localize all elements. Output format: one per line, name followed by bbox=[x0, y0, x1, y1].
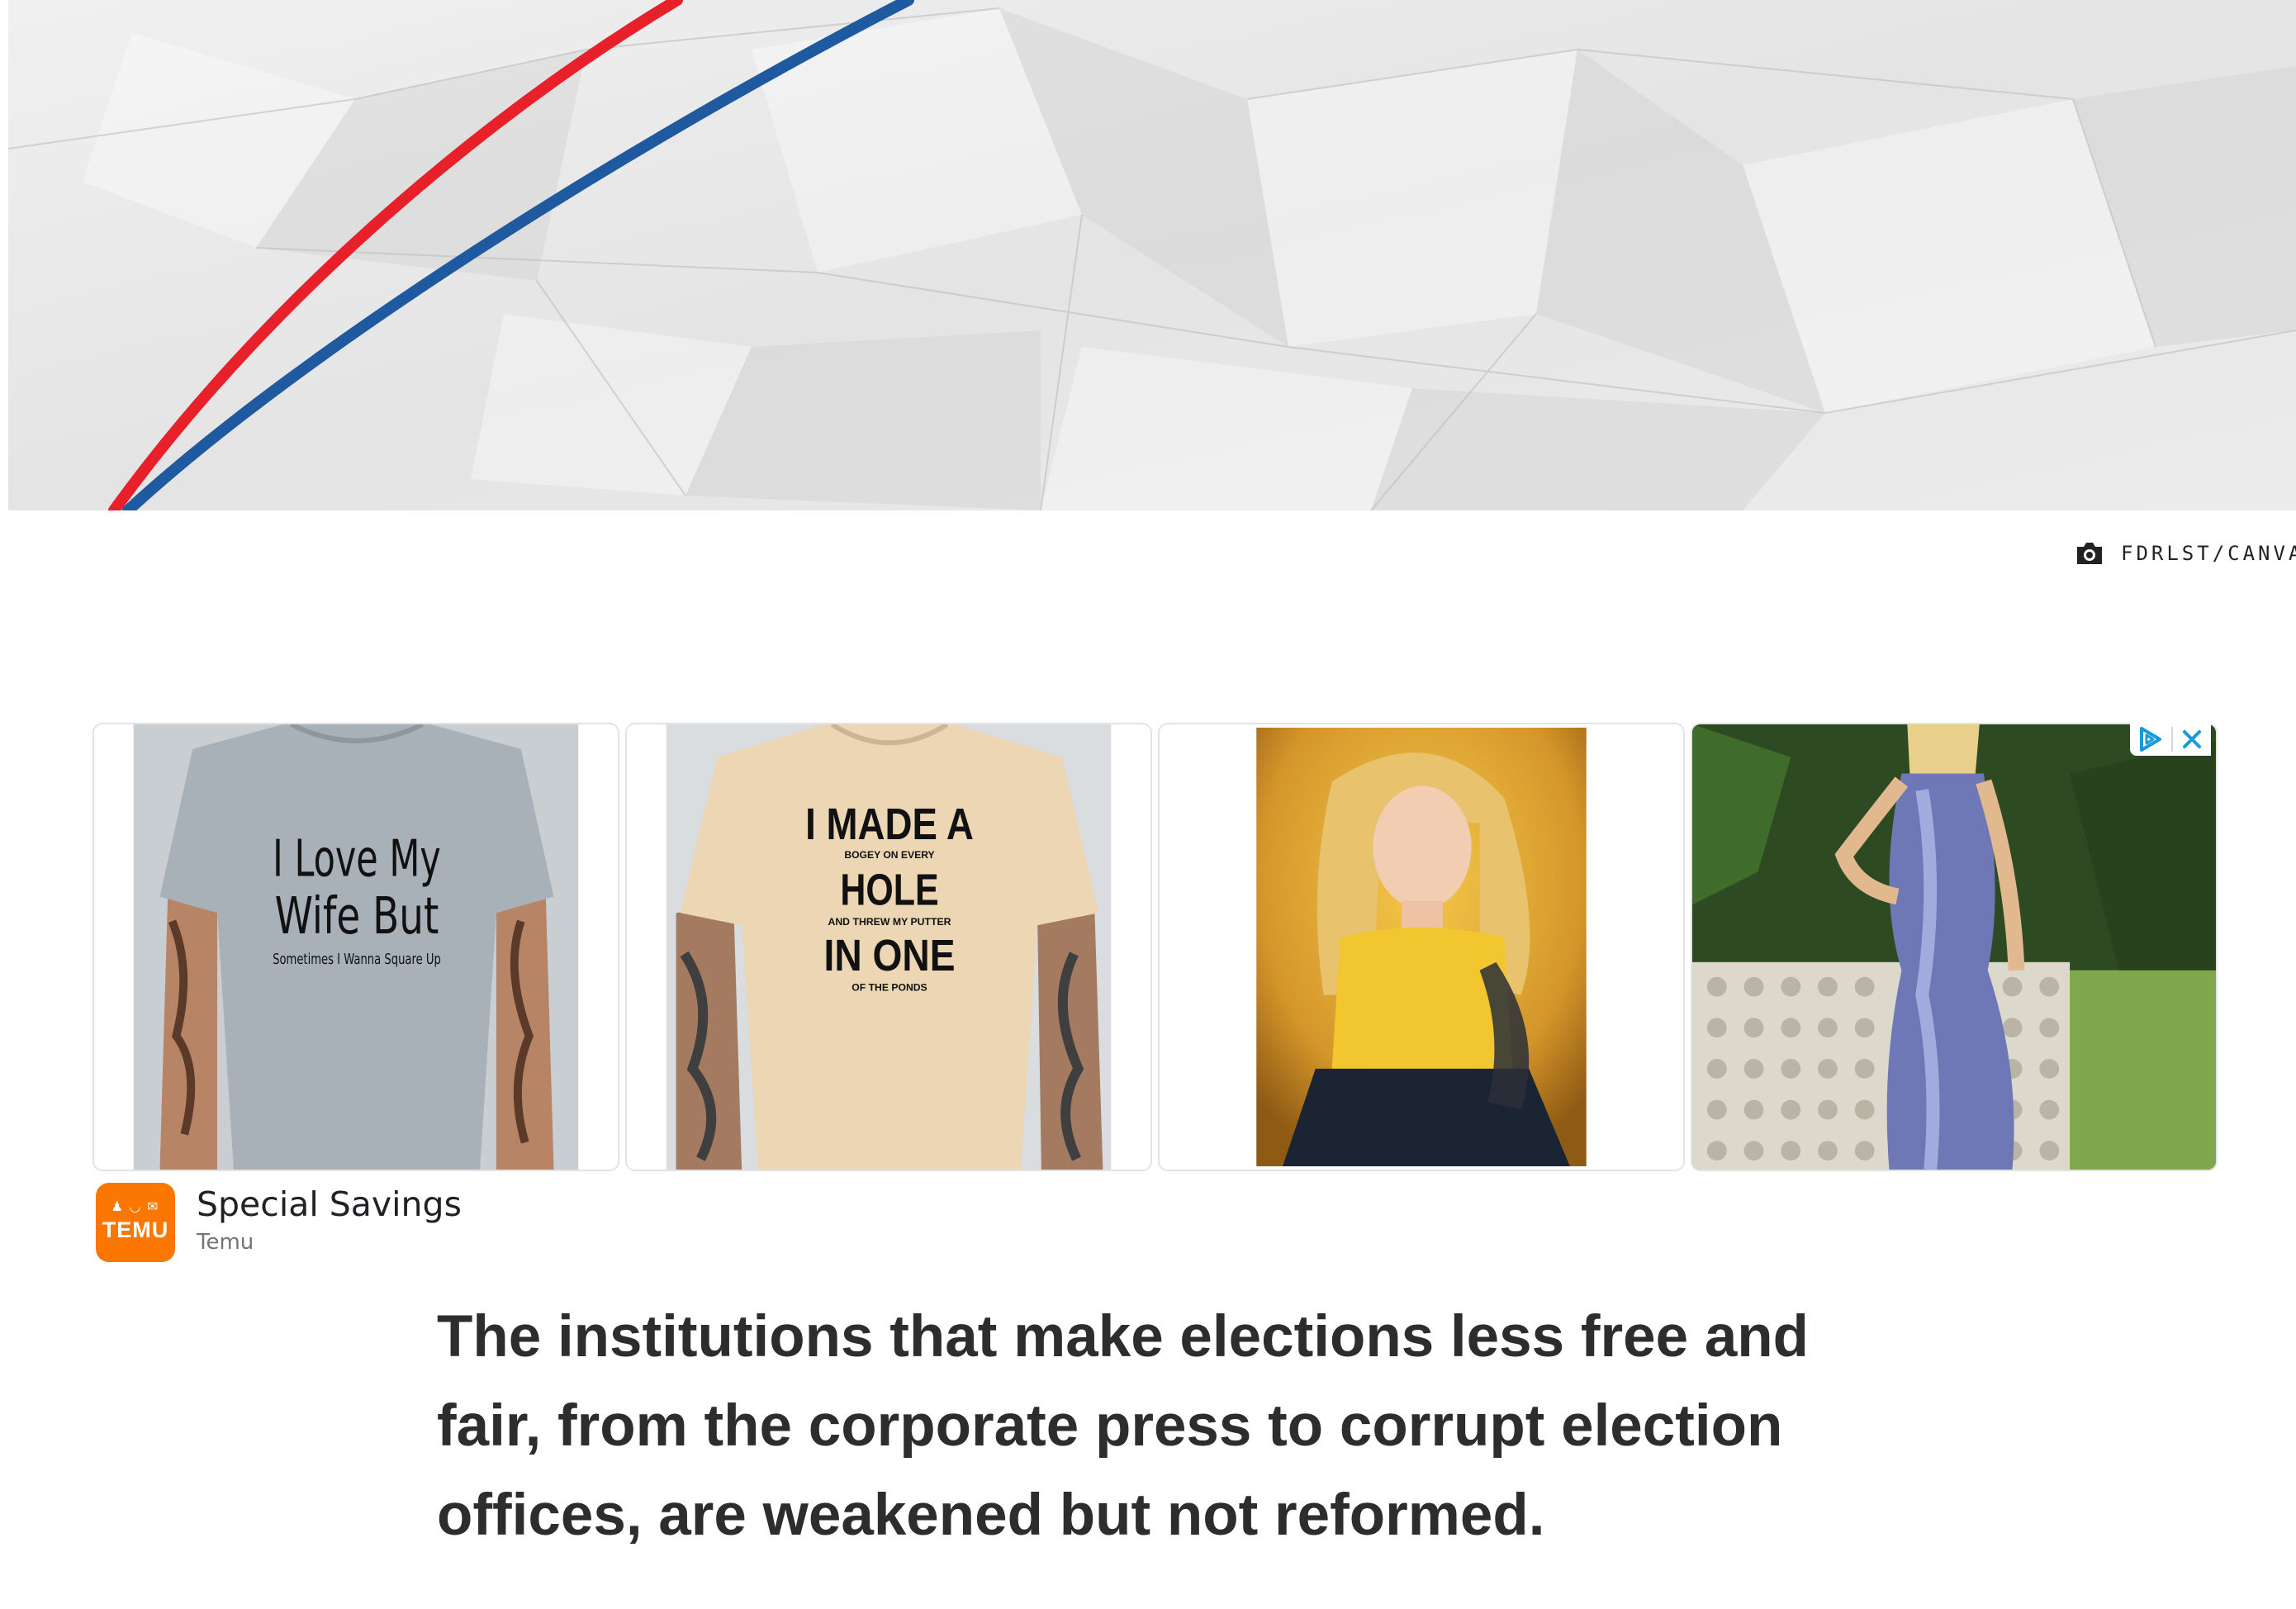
svg-text:I Love My: I Love My bbox=[273, 829, 441, 889]
svg-text:BOGEY ON EVERY: BOGEY ON EVERY bbox=[844, 849, 934, 861]
svg-text:HOLE: HOLE bbox=[840, 865, 938, 914]
svg-text:I MADE A: I MADE A bbox=[805, 800, 974, 849]
ad-unit[interactable]: I Love My Wife But Sometimes I Wanna Squ… bbox=[93, 723, 2221, 1264]
temu-logo-wordmark: TEMU bbox=[102, 1217, 169, 1242]
temu-logo-glyphs: ♟ ◡ ✉ bbox=[111, 1200, 160, 1214]
adchoices-icon[interactable] bbox=[2137, 725, 2165, 753]
svg-text:IN ONE: IN ONE bbox=[823, 931, 955, 980]
ad-text: Special Savings Temu bbox=[197, 1183, 462, 1257]
ad-advertiser[interactable]: Temu bbox=[197, 1227, 462, 1257]
photo-credit-text: FDRLST/CANVA bbox=[2121, 542, 2296, 565]
hero-image bbox=[8, 0, 2296, 510]
ad-product-tile[interactable]: I Love My Wife But Sometimes I Wanna Squ… bbox=[93, 723, 619, 1171]
page: FDRLST/CANVA I Love My Wife But Sometime… bbox=[0, 0, 2296, 1609]
ad-product-tile[interactable]: I MADE A BOGEY ON EVERY HOLE AND THREW M… bbox=[625, 723, 1152, 1171]
close-icon[interactable] bbox=[2180, 727, 2204, 752]
woman-metallic-dress-photo bbox=[1692, 724, 2216, 1170]
ad-product-tile[interactable] bbox=[1158, 723, 1685, 1171]
ad-brand-row[interactable]: ♟ ◡ ✉ TEMU Special Savings Temu bbox=[96, 1183, 462, 1262]
ad-controls-divider bbox=[2171, 727, 2173, 752]
ad-controls bbox=[2130, 723, 2211, 756]
woman-yellow-dress-painting bbox=[1160, 724, 1683, 1170]
camera-icon bbox=[2077, 543, 2102, 564]
ad-image-carousel: I Love My Wife But Sometimes I Wanna Squ… bbox=[93, 723, 2221, 1173]
ad-product-tile[interactable] bbox=[1691, 723, 2218, 1171]
article-paragraph: The institutions that make elections les… bbox=[437, 1304, 1810, 1548]
svg-text:OF THE PONDS: OF THE PONDS bbox=[852, 982, 927, 994]
svg-text:Wife But: Wife But bbox=[275, 886, 439, 946]
photo-credit: FDRLST/CANVA bbox=[2075, 537, 2296, 570]
ad-headline[interactable]: Special Savings bbox=[197, 1183, 462, 1226]
svg-text:Sometimes I Wanna Square Up: Sometimes I Wanna Square Up bbox=[273, 951, 441, 968]
temu-logo[interactable]: ♟ ◡ ✉ TEMU bbox=[96, 1183, 175, 1262]
svg-text:AND THREW MY PUTTER: AND THREW MY PUTTER bbox=[828, 916, 951, 928]
